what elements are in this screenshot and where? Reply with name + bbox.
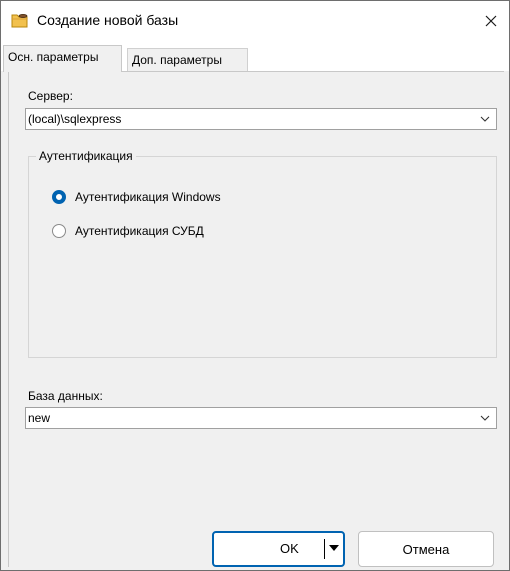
auth-group-title: Аутентификация xyxy=(36,149,136,163)
close-icon[interactable] xyxy=(485,15,497,27)
cancel-button[interactable]: Отмена xyxy=(358,531,494,567)
database-icon xyxy=(11,12,29,28)
dbms-auth-label[interactable]: Аутентификация СУБД xyxy=(75,224,204,238)
windows-auth-label[interactable]: Аутентификация Windows xyxy=(75,190,221,204)
window-title: Создание новой базы xyxy=(37,12,179,28)
server-label: Сервер: xyxy=(28,89,73,103)
auth-groupbox xyxy=(28,156,497,358)
chevron-down-icon[interactable] xyxy=(480,115,490,123)
tab-extra-params[interactable]: Доп. параметры xyxy=(127,48,248,71)
database-label: База данных: xyxy=(28,389,103,403)
close-button[interactable] xyxy=(473,1,509,41)
title-bar: Создание новой базы xyxy=(1,1,509,41)
radio-dbms-auth[interactable] xyxy=(52,224,66,238)
radio-windows-auth[interactable] xyxy=(52,190,66,204)
database-combobox[interactable]: new xyxy=(25,407,497,429)
split-divider xyxy=(324,539,325,559)
dropdown-arrow-icon[interactable] xyxy=(329,544,339,552)
database-value: new xyxy=(28,411,51,425)
tab-strip: Осн. параметры Доп. параметры xyxy=(1,41,509,72)
chevron-down-icon[interactable] xyxy=(480,414,490,422)
server-combobox[interactable]: (local)\sqlexpress xyxy=(25,108,497,130)
ok-button-label[interactable]: OK xyxy=(280,541,299,556)
dialog-window: Создание новой базы Осн. параметры Доп. … xyxy=(0,0,510,571)
ok-split-button[interactable]: OK xyxy=(212,531,345,567)
tab-main-params[interactable]: Осн. параметры xyxy=(3,45,122,72)
server-value: (local)\sqlexpress xyxy=(28,112,122,126)
